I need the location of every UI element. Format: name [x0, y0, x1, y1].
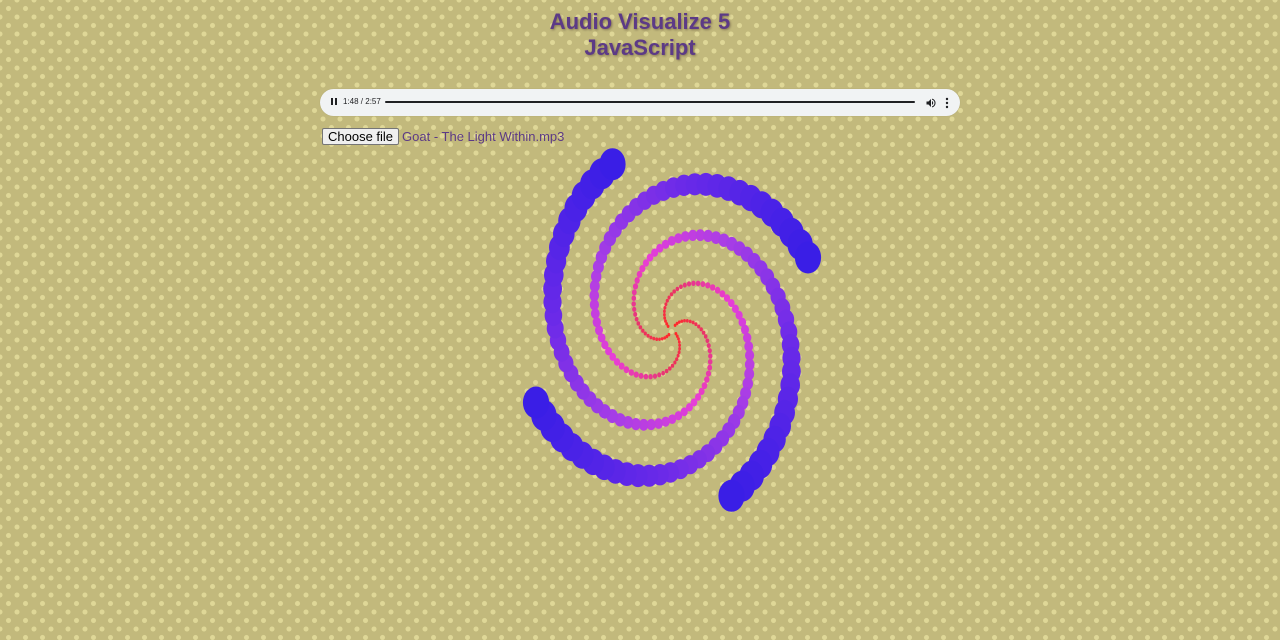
- visualizer-dot: [664, 368, 669, 374]
- visualizer-dot: [660, 337, 664, 341]
- visualizer-dot: [633, 371, 639, 378]
- visualizer-dot: [708, 353, 713, 359]
- visualizer-dot: [676, 353, 680, 358]
- visualizer-dot: [634, 277, 640, 284]
- visualizer-dot: [643, 373, 649, 380]
- visualizer-dot: [663, 336, 667, 340]
- visualizer-dot: [707, 348, 712, 354]
- visualizer-dot: [638, 325, 643, 330]
- visualizer-dot: [632, 283, 639, 290]
- visualizer-dot: [668, 366, 672, 371]
- visualizer-dot: [686, 281, 692, 287]
- visualizer-dot: [661, 370, 665, 376]
- visualizer-dot: [636, 321, 641, 326]
- visualizer-dot: [646, 333, 650, 338]
- visualizer-dot: [677, 320, 681, 324]
- visualizer-dot: [703, 334, 708, 339]
- visualizer-dot: [677, 337, 680, 341]
- visualizer-dot: [652, 373, 658, 379]
- visualizer-dot: [657, 372, 662, 378]
- visualizer-dot: [641, 328, 645, 333]
- visualizer-dot: [707, 359, 713, 365]
- visualizer-dot: [631, 289, 637, 296]
- visualizer-dot: [663, 316, 667, 320]
- visualizer-dot: [649, 335, 653, 340]
- visualizer-dot: [648, 374, 653, 380]
- visualizer-dot: [678, 343, 681, 347]
- visualizer-dot: [665, 298, 669, 303]
- visualizer-dot: [683, 319, 686, 323]
- visualizer-dot: [705, 338, 710, 344]
- visualizer-dot: [670, 363, 675, 368]
- visualizer-dot: [652, 336, 656, 341]
- audio-visualizer-canvas: [522, 148, 822, 512]
- visualizer-dot: [664, 319, 667, 323]
- visualizer-dot: [675, 286, 680, 292]
- visualizer-dot: [688, 319, 692, 324]
- visualizer-dot: [631, 295, 637, 302]
- visualizer-dot: [701, 330, 706, 335]
- visualizer-dot: [678, 346, 681, 351]
- visualizer-dot: [699, 327, 703, 332]
- visualizer-dot: [710, 284, 716, 291]
- visualizer-dot: [706, 343, 711, 349]
- visualizer-dot: [667, 295, 671, 300]
- visualizer-dot: [680, 319, 684, 323]
- visualizer-dot: [664, 302, 668, 307]
- visualizer-dot: [633, 311, 638, 317]
- visualizer-dot: [700, 281, 706, 288]
- visualizer-dot: [643, 331, 647, 336]
- visualizer-dot: [685, 319, 689, 323]
- visualizer-dot: [694, 322, 698, 327]
- visualizer-dot: [675, 357, 679, 362]
- visualizer-dot: [677, 350, 681, 355]
- visualizer-dot: [634, 316, 639, 322]
- visualizer-dot: [743, 332, 752, 343]
- visualizer-dot: [679, 284, 683, 290]
- visualizer-dot: [794, 241, 822, 274]
- visualizer-dot: [697, 324, 701, 329]
- visualizer-dot: [522, 386, 550, 419]
- visualizer-dot: [663, 313, 666, 317]
- visualizer-dot: [682, 282, 687, 288]
- visualizer-dot: [718, 479, 745, 512]
- visualizer-dot: [673, 360, 677, 365]
- visualizer-dot: [669, 292, 674, 297]
- visualizer-dot: [655, 337, 659, 342]
- visualizer-dot: [663, 309, 666, 314]
- visualizer-dot: [695, 280, 701, 287]
- visualizer-dot: [663, 306, 667, 310]
- visualizer-dot: [672, 289, 676, 294]
- visualizer-dot: [599, 148, 626, 181]
- visualizer-dot: [632, 306, 637, 312]
- visualizer-dot: [707, 364, 713, 371]
- visualizer-dot: [638, 372, 644, 379]
- visualizer-dot: [592, 317, 601, 328]
- visualizer-dot: [704, 376, 710, 383]
- visualizer-dot: [705, 370, 712, 377]
- visualizer-dot: [691, 320, 695, 325]
- visualizer-dot: [691, 280, 696, 286]
- visualizer-dot: [628, 369, 634, 376]
- visualizer-dot: [677, 340, 681, 344]
- visualizer-dot: [631, 301, 636, 307]
- visualizer-dot: [705, 282, 711, 289]
- visualizer-dot: [658, 337, 661, 341]
